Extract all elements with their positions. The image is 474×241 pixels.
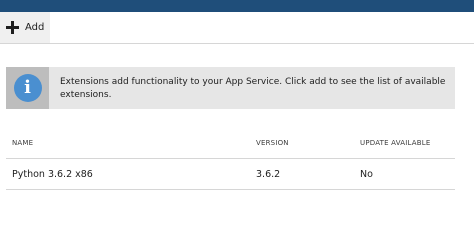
- extensions-table: NAME VERSION UPDATE AVAILABLE Python 3.6…: [6, 128, 455, 190]
- top-bar: [0, 0, 474, 12]
- column-header-update-available: UPDATE AVAILABLE: [360, 139, 431, 147]
- add-button-label: Add: [25, 22, 45, 33]
- info-banner-text: Extensions add functionality to your App…: [60, 77, 446, 100]
- plus-icon: [6, 21, 19, 34]
- add-button[interactable]: Add: [0, 12, 50, 43]
- info-icon: i: [13, 74, 42, 102]
- cell-update-available: No: [360, 168, 373, 180]
- table-header: NAME VERSION UPDATE AVAILABLE: [6, 128, 455, 159]
- info-banner: i Extensions add functionality to your A…: [6, 67, 455, 109]
- info-icon-container: i: [6, 67, 49, 109]
- column-header-name: NAME: [12, 139, 34, 147]
- column-header-version: VERSION: [256, 139, 289, 147]
- command-bar: Add: [0, 12, 474, 44]
- cell-version: 3.6.2: [256, 168, 281, 180]
- table-row[interactable]: Python 3.6.2 x86 3.6.2 No: [6, 159, 455, 190]
- extensions-blade: Add i Extensions add functionality to yo…: [0, 0, 474, 241]
- cell-name: Python 3.6.2 x86: [12, 168, 93, 180]
